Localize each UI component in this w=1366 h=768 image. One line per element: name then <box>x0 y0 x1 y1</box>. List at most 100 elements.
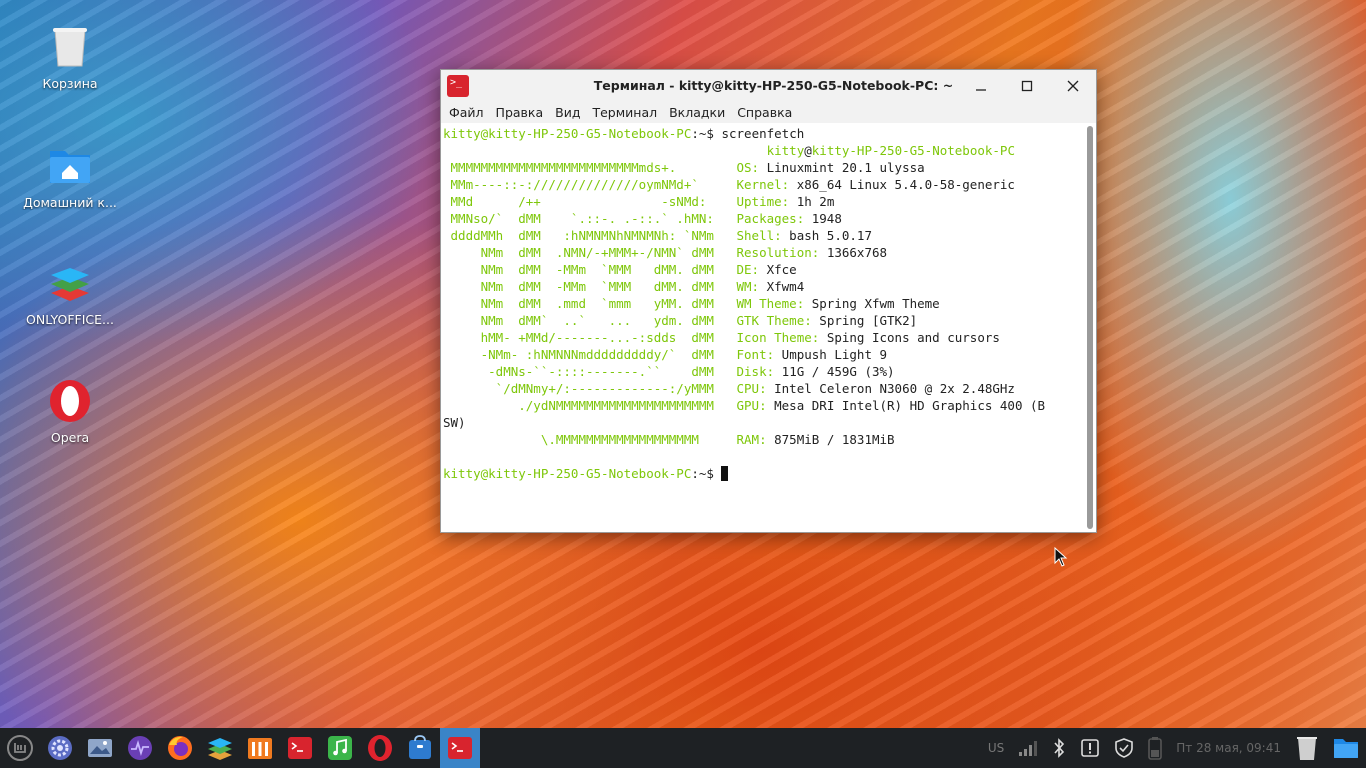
info-value: Mesa DRI Intel(R) HD Graphics 400 (B <box>766 398 1046 413</box>
clock[interactable]: Пт 28 мая, 09:41 <box>1169 728 1288 768</box>
desktop-icon-home[interactable]: Домашний к... <box>20 143 120 210</box>
ascii-art: -dMNs-``-::::-------.`` dMM <box>443 364 737 379</box>
info-value: x86_64 Linux 5.4.0-58-generic <box>789 177 1015 192</box>
mint-menu-button[interactable] <box>0 728 40 768</box>
update-manager[interactable] <box>1107 728 1141 768</box>
info-value: Intel Celeron N3060 @ 2x 2.48GHz <box>766 381 1015 396</box>
ascii-art: MMd /++ -sNMd: <box>443 194 737 209</box>
scrollbar-thumb[interactable] <box>1087 126 1093 529</box>
screenfetch-row: MMd /++ -sNMd: Uptime: 1h 2m <box>443 193 1082 210</box>
terminal-window[interactable]: >_ Терминал - kitty@kitty-HP-250-G5-Note… <box>440 69 1097 533</box>
info-key: WM: <box>736 279 760 294</box>
ascii-art: -NMm- :hNMNNNmdddddddddy/` dMM <box>443 347 737 362</box>
menu-file[interactable]: Файл <box>443 105 490 120</box>
music-icon <box>328 736 352 760</box>
info-key: Kernel: <box>736 177 790 192</box>
info-value: Sping Icons and cursors <box>819 330 1000 345</box>
image-viewer-icon <box>88 739 112 757</box>
info-key: Resolution: <box>736 245 820 260</box>
ascii-art: ./ydNMMMMMMMMMMMMMMMMMMMMM <box>443 398 737 413</box>
launcher-file-manager[interactable] <box>240 728 280 768</box>
panel-show-desktop[interactable] <box>1326 728 1366 768</box>
screenfetch-block: MMMMMMMMMMMMMMMMMMMMMMMMMmds+. OS: Linux… <box>443 159 1082 448</box>
battery[interactable] <box>1141 728 1169 768</box>
screenfetch-row: NMm dMM .NMN/-+MMM+-/NMN` dMM Resolution… <box>443 244 1082 261</box>
bottom-panel: US Пт 28 мая, 09:41 <box>0 728 1366 768</box>
trash-icon <box>47 24 93 70</box>
info-value: Xfce <box>759 262 797 277</box>
screenfetch-row: -NMm- :hNMNNNmdddddddddy/` dMM Font: Ump… <box>443 346 1082 363</box>
ascii-art: MMNso/` dMM `.::-. .-::.` .hMN: <box>443 211 737 226</box>
launcher-onlyoffice[interactable] <box>200 728 240 768</box>
taskbar-terminal-active[interactable] <box>440 728 480 768</box>
mouse-pointer-icon <box>1054 547 1068 567</box>
ascii-art: NMm dMM .mmd `mmm yMM. dMM <box>443 296 737 311</box>
menu-edit[interactable]: Правка <box>490 105 550 120</box>
info-value: Umpush Light 9 <box>774 347 888 362</box>
info-key: Disk: <box>736 364 775 379</box>
minimize-button[interactable] <box>958 70 1004 101</box>
screenfetch-row: \.MMMMMMMMMMMMMMMMMMM RAM: 875MiB / 1831… <box>443 431 1082 448</box>
info-key: GPU: <box>736 398 767 413</box>
panel-trash[interactable] <box>1288 728 1326 768</box>
launcher-settings[interactable] <box>40 728 80 768</box>
info-key: Font: <box>736 347 775 362</box>
screenfetch-row: NMm dMM -MMm `MMM dMM. dMM WM: Xfwm4 <box>443 278 1082 295</box>
screenfetch-row: NMm dMM` ..` ... ydm. dMM GTK Theme: Spr… <box>443 312 1082 329</box>
menu-tabs[interactable]: Вкладки <box>663 105 731 120</box>
ascii-art: ddddMMh dMM :hNMNMNhNMNMNh: `NMm <box>443 228 737 243</box>
info-key: Icon Theme: <box>736 330 820 345</box>
info-key: Shell: <box>736 228 782 243</box>
desktop-icon-label: Домашний к... <box>23 195 117 210</box>
info-key: Uptime: <box>736 194 790 209</box>
ascii-art: NMm dMM .NMN/-+MMM+-/NMN` dMM <box>443 245 737 260</box>
notifications[interactable] <box>1073 728 1107 768</box>
mint-menu-icon <box>7 735 33 761</box>
info-value: Linuxmint 20.1 ulyssa <box>759 160 925 175</box>
info-value: 875MiB / 1831MiB <box>766 432 895 447</box>
menu-help[interactable]: Справка <box>731 105 798 120</box>
ascii-art: `/dMNmy+/:-------------:/yMMM <box>443 381 737 396</box>
desktop-icon-label: Opera <box>50 430 90 445</box>
launcher-music[interactable] <box>320 728 360 768</box>
terminal-scrollbar[interactable] <box>1086 126 1094 529</box>
info-key: RAM: <box>736 432 767 447</box>
info-value: Xfwm4 <box>759 279 805 294</box>
host-line: kitty@kitty-HP-250-G5-Notebook-PC <box>766 143 1015 158</box>
launcher-image-viewer[interactable] <box>80 728 120 768</box>
terminal-output[interactable]: kitty@kitty-HP-250-G5-Notebook-PC:~$ scr… <box>441 124 1082 532</box>
network-signal[interactable] <box>1011 728 1045 768</box>
desktop-icon-trash[interactable]: Корзина <box>20 24 120 91</box>
launcher-firefox[interactable] <box>160 728 200 768</box>
launcher-terminal[interactable] <box>280 728 320 768</box>
ascii-art: \.MMMMMMMMMMMMMMMMMMM <box>443 432 737 447</box>
menu-terminal[interactable]: Терминал <box>586 105 663 120</box>
launcher-system-monitor[interactable] <box>120 728 160 768</box>
network-signal-icon <box>1019 741 1038 756</box>
launcher-software-store[interactable] <box>400 728 440 768</box>
file-manager-icon <box>248 738 272 759</box>
desktop-icon-opera[interactable]: Opera <box>20 378 120 445</box>
ascii-art: MMm----::-://////////////oymNMd+` <box>443 177 737 192</box>
window-titlebar[interactable]: >_ Терминал - kitty@kitty-HP-250-G5-Note… <box>441 70 1096 101</box>
onlyoffice-icon <box>208 738 232 760</box>
keyboard-layout[interactable]: US <box>981 728 1011 768</box>
launcher-opera[interactable] <box>360 728 400 768</box>
maximize-button[interactable] <box>1004 70 1050 101</box>
screenfetch-row: hMM- +MMd/-------...-:sdds dMM Icon Them… <box>443 329 1082 346</box>
info-key: DE: <box>736 262 760 277</box>
info-key: Packages: <box>736 211 805 226</box>
home-folder-icon <box>47 143 93 189</box>
desktop-icon-onlyoffice[interactable]: ONLYOFFICE... <box>20 260 120 327</box>
firefox-icon <box>168 736 192 760</box>
system-monitor-icon <box>128 736 152 760</box>
bluetooth[interactable] <box>1045 728 1073 768</box>
info-value: bash 5.0.17 <box>781 228 872 243</box>
menu-view[interactable]: Вид <box>549 105 586 120</box>
shield-icon <box>1115 738 1134 758</box>
ascii-art: NMm dMM` ..` ... ydm. dMM <box>443 313 737 328</box>
desktop-icon-label: Корзина <box>42 76 98 91</box>
info-value: 1948 <box>804 211 842 226</box>
close-button[interactable] <box>1050 70 1096 101</box>
notification-icon <box>1081 739 1100 757</box>
